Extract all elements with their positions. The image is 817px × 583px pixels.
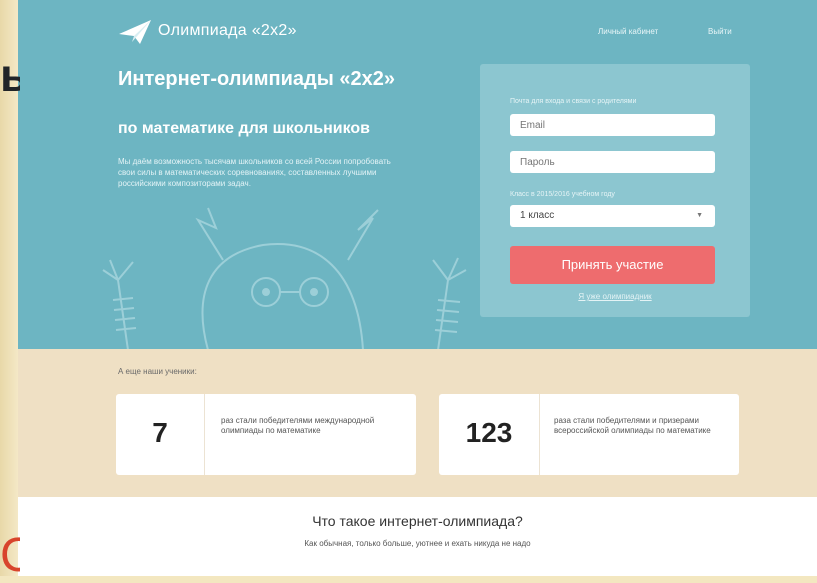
form-email-note: Почта для входа и связи с родителями	[510, 98, 637, 105]
stat-text: раза стали победителями и призерами всер…	[554, 416, 711, 435]
hero-title: Интернет-олимпиады «2x2»	[118, 68, 395, 90]
email-field[interactable]	[510, 114, 715, 136]
nav-logout-link[interactable]: Выйти	[708, 27, 732, 36]
class-select-value: 1 класс	[520, 210, 555, 221]
stat-text: раз стали победителями международной оли…	[221, 416, 375, 435]
stat-number: 123	[465, 417, 513, 448]
site-logo-text[interactable]: Олимпиада «2x2»	[158, 22, 297, 40]
slide-title-fragment: ы	[0, 49, 20, 101]
form-class-note: Класс в 2015/2016 учебном году	[510, 191, 615, 198]
hero-subtitle: по математике для школьников	[118, 120, 370, 137]
chevron-down-icon: ▼	[696, 212, 703, 219]
class-select[interactable]: 1 класс ▼	[510, 205, 715, 227]
stats-section: А еще наши ученики: 7 раз стали победите…	[18, 349, 817, 497]
stat-number-box: 123	[439, 394, 540, 475]
slide-text-fragment: С	[0, 529, 20, 582]
password-field[interactable]	[510, 151, 715, 173]
hero-description: Мы даём возможность тысячам школьников с…	[118, 157, 391, 188]
hero-section: Олимпиада «2x2» Личный кабинет Выйти Инт…	[18, 0, 817, 350]
stat-number: 7	[152, 417, 168, 448]
paper-plane-icon[interactable]	[118, 18, 152, 46]
about-section: Что такое интернет-олимпиада? Как обычна…	[18, 497, 817, 576]
top-bar: Олимпиада «2x2» Личный кабинет Выйти	[18, 0, 817, 70]
stat-card: 123 раза стали победителями и призерами …	[439, 394, 739, 475]
stats-caption: А еще наши ученики:	[118, 367, 197, 376]
about-title: Что такое интернет-олимпиада?	[312, 513, 523, 529]
stat-number-box: 7	[116, 394, 205, 475]
stat-card: 7 раз стали победителями международной о…	[116, 394, 416, 475]
participate-button[interactable]: Принять участие	[510, 246, 715, 284]
nav-cabinet-link[interactable]: Личный кабинет	[598, 27, 658, 36]
registration-form: Почта для входа и связи с родителями Кла…	[480, 64, 750, 317]
about-subtitle: Как обычная, только больше, уютнее и еха…	[304, 539, 531, 548]
already-participant-link[interactable]: Я уже олимпиадник	[480, 292, 750, 301]
mascot-illustration	[102, 207, 467, 350]
website-screenshot: Олимпиада «2x2» Личный кабинет Выйти Инт…	[18, 0, 817, 576]
